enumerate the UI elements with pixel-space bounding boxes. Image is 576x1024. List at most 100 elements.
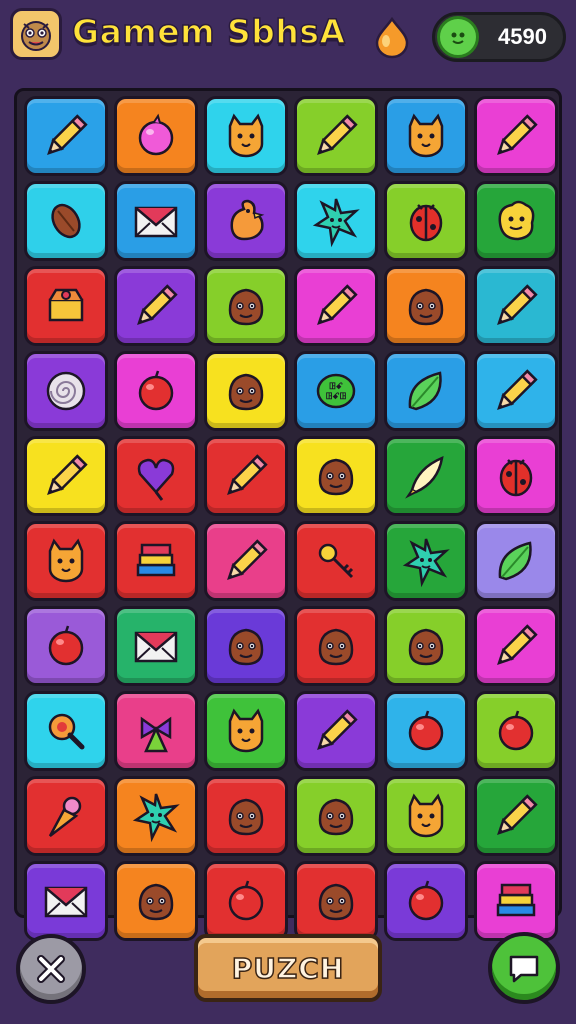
pencil-icon bbox=[227, 539, 268, 580]
board-tile[interactable] bbox=[114, 436, 198, 516]
avatar[interactable] bbox=[10, 8, 62, 60]
board-tile[interactable] bbox=[474, 96, 558, 176]
board-tile[interactable] bbox=[114, 181, 198, 261]
board-tile[interactable] bbox=[24, 691, 108, 771]
board-tile[interactable] bbox=[474, 181, 558, 261]
board-tile[interactable] bbox=[204, 776, 288, 856]
monster-icon bbox=[138, 883, 174, 921]
board-tile[interactable] bbox=[474, 861, 558, 941]
bug-icon bbox=[409, 204, 443, 242]
pencil-icon bbox=[497, 284, 538, 325]
board-tile[interactable] bbox=[384, 521, 468, 601]
ball-icon bbox=[228, 880, 264, 921]
ball-icon bbox=[408, 880, 444, 921]
rocket-icon bbox=[405, 455, 444, 499]
board-tile[interactable] bbox=[294, 436, 378, 516]
badge-icon: ꖸꗃꖸꗃꖸ bbox=[316, 373, 356, 409]
box-icon bbox=[48, 288, 84, 322]
board-tile[interactable] bbox=[114, 606, 198, 686]
board-tile[interactable] bbox=[204, 351, 288, 431]
board-tile[interactable] bbox=[294, 181, 378, 261]
cat-icon bbox=[228, 708, 264, 753]
board-tile[interactable] bbox=[384, 861, 468, 941]
pencil-icon bbox=[137, 284, 178, 325]
board-tile[interactable] bbox=[294, 776, 378, 856]
board-tile[interactable] bbox=[114, 266, 198, 346]
board-tile[interactable] bbox=[114, 861, 198, 941]
board-tile[interactable] bbox=[474, 521, 558, 601]
puzch-label: PUZCH bbox=[231, 951, 345, 986]
board-tile[interactable] bbox=[204, 266, 288, 346]
board-tile[interactable] bbox=[294, 861, 378, 941]
monster-icon bbox=[408, 628, 444, 666]
close-icon bbox=[37, 955, 65, 983]
board-tile[interactable] bbox=[474, 691, 558, 771]
pencil-icon bbox=[47, 114, 88, 155]
board-tile[interactable] bbox=[24, 861, 108, 941]
board-tile[interactable] bbox=[474, 436, 558, 516]
board-tile[interactable] bbox=[204, 691, 288, 771]
key-icon bbox=[318, 543, 354, 579]
board-tile[interactable] bbox=[294, 606, 378, 686]
board-tile[interactable] bbox=[384, 436, 468, 516]
board-tile[interactable] bbox=[384, 776, 468, 856]
envelope-icon bbox=[134, 631, 178, 663]
board-tile[interactable] bbox=[294, 521, 378, 601]
board-tile[interactable] bbox=[294, 266, 378, 346]
board-tile[interactable] bbox=[114, 776, 198, 856]
board-tile[interactable]: ꖸꗃ ꖸꗃꖸ bbox=[294, 351, 378, 431]
board-tile[interactable] bbox=[24, 776, 108, 856]
rattle-icon bbox=[48, 713, 85, 750]
board-tile[interactable] bbox=[114, 96, 198, 176]
cat-icon bbox=[48, 538, 84, 583]
board-tile[interactable] bbox=[294, 691, 378, 771]
pencil-icon bbox=[497, 369, 538, 410]
boost-button[interactable] bbox=[368, 12, 416, 60]
pencil-icon bbox=[497, 114, 538, 155]
board-tile[interactable] bbox=[204, 861, 288, 941]
coin-value: 4590 bbox=[498, 24, 547, 49]
monster-avatar-icon bbox=[21, 21, 51, 51]
board-tile[interactable] bbox=[294, 96, 378, 176]
board-tile[interactable] bbox=[114, 521, 198, 601]
board-tile[interactable] bbox=[114, 691, 198, 771]
board-tile[interactable] bbox=[114, 351, 198, 431]
board-tile[interactable] bbox=[204, 96, 288, 176]
monster-icon bbox=[228, 798, 264, 836]
puzch-button[interactable]: PUZCH bbox=[194, 934, 382, 1002]
board-tile[interactable] bbox=[384, 351, 468, 431]
monster-icon bbox=[228, 628, 264, 666]
board-tile[interactable] bbox=[24, 181, 108, 261]
board-tile[interactable] bbox=[474, 266, 558, 346]
board-tile[interactable] bbox=[474, 776, 558, 856]
board-tile[interactable] bbox=[204, 521, 288, 601]
board-tile[interactable] bbox=[24, 351, 108, 431]
envelope-icon bbox=[134, 206, 178, 238]
board-tile[interactable] bbox=[384, 606, 468, 686]
board-tile[interactable] bbox=[384, 691, 468, 771]
board-tile[interactable] bbox=[24, 436, 108, 516]
board-tile[interactable] bbox=[24, 266, 108, 346]
board-tile[interactable] bbox=[204, 436, 288, 516]
game-title: Gamem SbhsA bbox=[71, 11, 346, 52]
close-button[interactable] bbox=[16, 934, 86, 1004]
chat-button[interactable] bbox=[488, 932, 560, 1004]
board-tile[interactable] bbox=[384, 266, 468, 346]
board-tile[interactable] bbox=[24, 96, 108, 176]
leaf-icon bbox=[498, 541, 532, 581]
svg-text:ꖸꗃ: ꖸꗃ bbox=[329, 381, 343, 392]
bubble-icon bbox=[138, 113, 174, 156]
drop-icon bbox=[375, 16, 409, 59]
board-tile[interactable] bbox=[384, 181, 468, 261]
monster-icon bbox=[318, 798, 354, 836]
swirl-icon bbox=[46, 371, 86, 411]
board-tile[interactable] bbox=[474, 606, 558, 686]
board-tile[interactable] bbox=[384, 96, 468, 176]
board-tile[interactable] bbox=[474, 351, 558, 431]
board-tile[interactable] bbox=[24, 606, 108, 686]
ball-icon bbox=[498, 710, 534, 751]
board-tile[interactable] bbox=[204, 606, 288, 686]
board-tile[interactable] bbox=[24, 521, 108, 601]
board-tile[interactable] bbox=[204, 181, 288, 261]
books-icon bbox=[496, 883, 536, 917]
